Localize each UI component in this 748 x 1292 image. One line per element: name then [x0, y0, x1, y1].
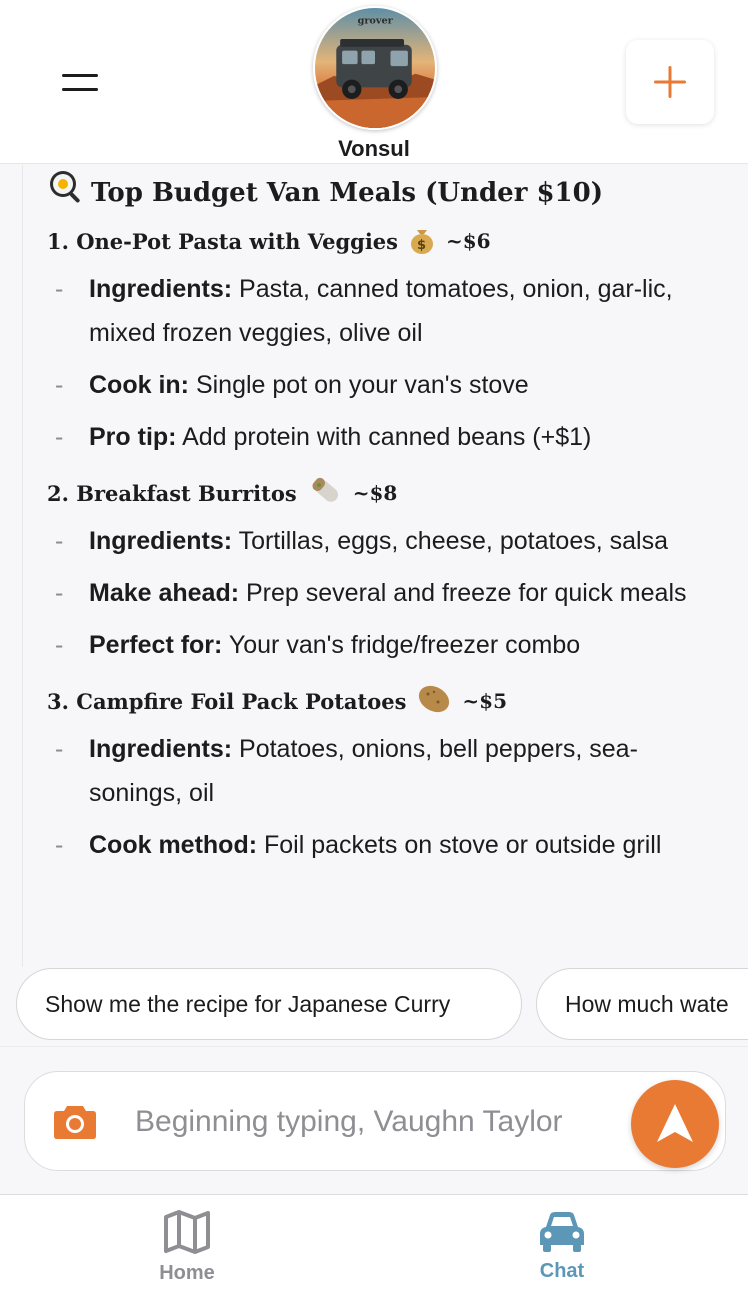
- list-item: - Cook method: Foil packets on stove or o…: [55, 831, 662, 859]
- tab-home[interactable]: Home: [127, 1209, 247, 1285]
- menu-button[interactable]: [56, 66, 104, 100]
- send-arrow-icon: [657, 1104, 693, 1142]
- list-item: - Cook in: Single pot on your van's stove: [55, 371, 529, 399]
- map-icon: [164, 1210, 210, 1254]
- svg-text:$: $: [417, 238, 426, 253]
- suggestion-chip[interactable]: How much wate: [536, 968, 748, 1040]
- list-item: - Ingredients: Tortillas, eggs, cheese, p…: [55, 527, 668, 555]
- list-item: - Ingredients: Pasta, canned tomatoes, on…: [55, 275, 673, 347]
- meal-heading: 1. One-Pot Pasta with Veggies $ ~$6: [47, 215, 707, 267]
- chat-message: Top Budget Van Meals (Under $10) 1. One-…: [22, 165, 726, 967]
- add-button[interactable]: [626, 40, 714, 124]
- meal-heading: 3. Campfire Foil Pack Potatoes ~$5: [47, 675, 707, 727]
- van-photo: grover: [315, 8, 435, 128]
- list-item: - Make ahead: Prep several and freeze for…: [55, 579, 687, 607]
- message-title: Top Budget Van Meals (Under $10): [47, 171, 707, 215]
- frying-pan-icon: [47, 168, 83, 218]
- top-header: grover Vonsul: [0, 0, 748, 164]
- money-bag-icon: $: [408, 224, 436, 259]
- suggestion-chip[interactable]: Show me the recipe for Japanese Curry: [16, 968, 522, 1040]
- message-input[interactable]: [135, 1098, 625, 1146]
- burrito-icon: [307, 473, 343, 514]
- send-button[interactable]: [631, 1080, 719, 1168]
- camera-icon[interactable]: [53, 1102, 97, 1145]
- avatar-caption: grover: [358, 15, 394, 26]
- list-item: - Pro tip: Add protein with canned beans …: [55, 423, 592, 451]
- composer: [24, 1071, 726, 1171]
- car-icon: [540, 1212, 584, 1252]
- bottom-tab-bar: Home Chat: [0, 1194, 748, 1292]
- van-avatar[interactable]: grover: [313, 6, 437, 130]
- meal-heading: 2. Breakfast Burritos ~$8: [47, 467, 707, 519]
- list-item: - Perfect for: Your van's fridge/freezer …: [55, 631, 581, 659]
- hamburger-menu-icon: [62, 74, 98, 77]
- plus-icon: [654, 66, 686, 98]
- tab-chat[interactable]: Chat: [502, 1209, 622, 1283]
- suggestion-chips: Show me the recipe for Japanese Curry Ho…: [0, 966, 748, 1044]
- van-name: Vonsul: [338, 136, 410, 161]
- list-item: - Ingredients: Potatoes, onions, bell pep…: [55, 735, 638, 807]
- tab-chat-label: Chat: [539, 1260, 585, 1282]
- potato-icon: [416, 682, 452, 721]
- tab-home-label: Home: [159, 1262, 215, 1284]
- composer-area: [0, 1046, 748, 1194]
